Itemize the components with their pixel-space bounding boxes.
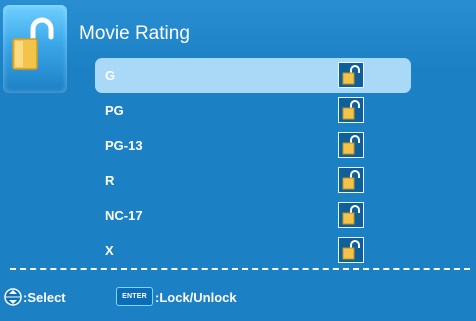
footer-divider (10, 268, 470, 270)
rating-label: PG (105, 103, 124, 118)
header-icon-panel (3, 5, 67, 93)
movie-rating-screen: Movie Rating G PG PG-13 R NC-17 X:Selec… (0, 0, 476, 321)
unlock-icon[interactable] (338, 97, 364, 123)
rating-label: X (105, 243, 114, 258)
unlock-icon[interactable] (338, 202, 364, 228)
rating-label: PG-13 (105, 138, 143, 153)
rating-item-g[interactable]: G (95, 58, 411, 93)
unlock-icon[interactable] (338, 237, 364, 263)
select-hint-label: :Select (23, 290, 66, 305)
unlock-icon[interactable] (338, 167, 364, 193)
rating-list: G PG PG-13 R NC-17 X (95, 58, 411, 268)
page-title: Movie Rating (79, 23, 190, 44)
rating-label: G (105, 68, 116, 83)
lock-unlock-hint-label: :Lock/Unlock (155, 290, 237, 305)
rating-item-pg-13[interactable]: PG-13 (95, 128, 411, 163)
rating-label: R (105, 173, 115, 188)
rating-item-nc-17[interactable]: NC-17 (95, 198, 411, 233)
enter-key-icon: ENTER (116, 287, 153, 306)
unlock-icon[interactable] (338, 132, 364, 158)
rating-item-pg[interactable]: PG (95, 93, 411, 128)
rating-label: NC-17 (105, 208, 143, 223)
unlock-icon[interactable] (338, 62, 364, 88)
unlock-icon (12, 17, 54, 70)
footer-hints: :Select ENTER :Lock/Unlock (4, 285, 474, 309)
rating-item-x[interactable]: X (95, 233, 411, 268)
up-down-nav-icon (4, 288, 22, 306)
rating-item-r[interactable]: R (95, 163, 411, 198)
